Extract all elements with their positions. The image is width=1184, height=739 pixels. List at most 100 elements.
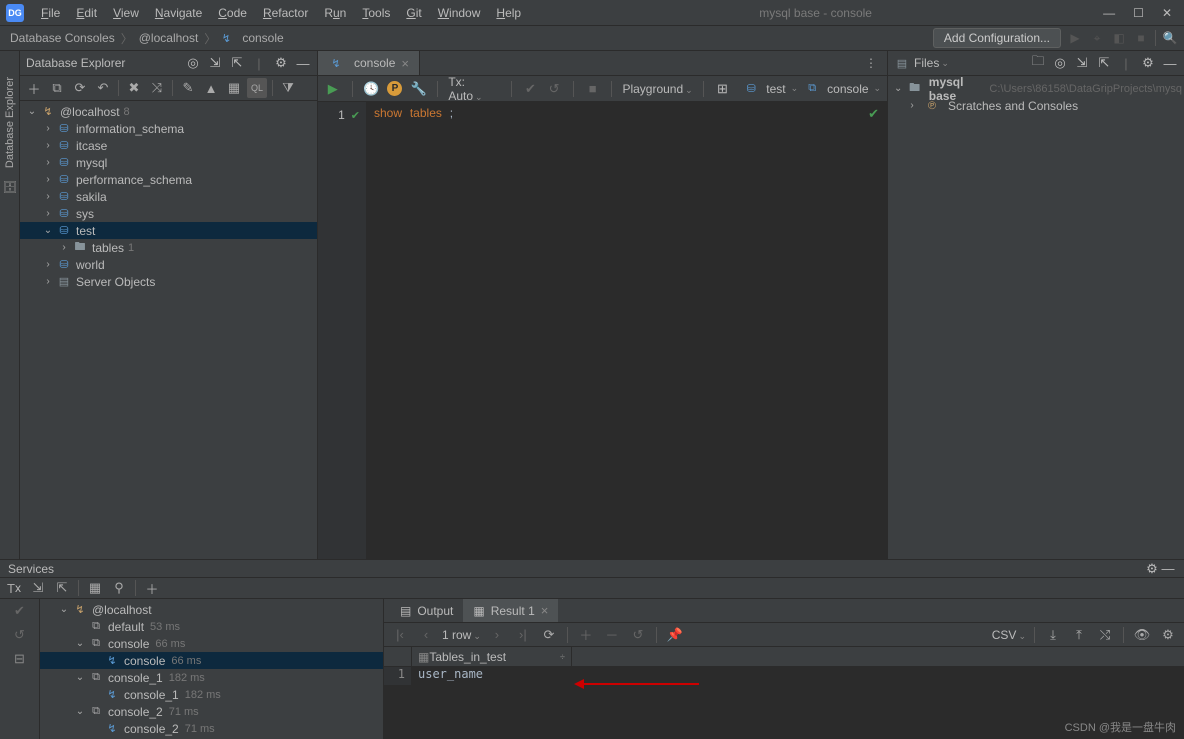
gear-icon[interactable]: ⚙ bbox=[1140, 55, 1156, 71]
first-row-icon[interactable]: |‹ bbox=[390, 625, 410, 645]
group-icon[interactable]: ▦ bbox=[85, 578, 105, 598]
svc-console1-leaf[interactable]: ····↯console_1182 ms bbox=[40, 686, 383, 703]
history-icon[interactable]: 🕓 bbox=[363, 80, 381, 98]
stop-icon[interactable]: ■ bbox=[584, 80, 602, 98]
revert-icon[interactable]: ↶ bbox=[93, 78, 113, 98]
reload-icon[interactable]: ⟳ bbox=[539, 625, 559, 645]
tree-schema-test[interactable]: ·⌄⛁test bbox=[20, 222, 317, 239]
coverage-icon[interactable]: ◧ bbox=[1111, 30, 1127, 46]
menu-file[interactable]: File bbox=[34, 4, 67, 22]
run-line-icon[interactable]: ✔ bbox=[351, 109, 360, 122]
explain-icon[interactable]: P bbox=[386, 80, 404, 98]
tree-tables[interactable]: ··›🖿tables1 bbox=[20, 239, 317, 256]
project-node[interactable]: ⌄🖿 mysql base C:\Users\86158\DataGripPro… bbox=[890, 80, 1182, 97]
settings-icon[interactable]: ⚙ bbox=[1158, 625, 1178, 645]
minimize-icon[interactable]: — bbox=[1103, 6, 1115, 20]
aim-icon[interactable]: ◎ bbox=[1052, 55, 1068, 71]
view-icon[interactable]: 👁 bbox=[1132, 625, 1152, 645]
rollback-icon[interactable]: ↺ bbox=[545, 80, 563, 98]
tree-schema[interactable]: ·›⛁information_schema bbox=[20, 120, 317, 137]
menu-help[interactable]: Help bbox=[489, 4, 528, 22]
tree-schema[interactable]: ·›⛁sys bbox=[20, 205, 317, 222]
pin-icon[interactable]: ⚲ bbox=[109, 578, 129, 598]
run-icon[interactable]: ▶ bbox=[1067, 30, 1083, 46]
search-icon[interactable]: 🔍 bbox=[1162, 30, 1178, 46]
query-icon[interactable]: QL bbox=[247, 78, 267, 98]
menu-git[interactable]: Git bbox=[399, 4, 428, 22]
grid-icon[interactable]: ▦ bbox=[224, 78, 244, 98]
close-tab-icon[interactable]: × bbox=[541, 603, 549, 618]
prev-row-icon[interactable]: ‹ bbox=[416, 625, 436, 645]
editor-tab-console[interactable]: ↯ console × bbox=[318, 51, 420, 75]
tree-schema[interactable]: ·›⛁performance_schema bbox=[20, 171, 317, 188]
layout-icon[interactable]: ⊟ bbox=[12, 651, 28, 667]
upload-icon[interactable]: ▲ bbox=[201, 78, 221, 98]
crumb-databases[interactable]: Database Consoles bbox=[6, 31, 119, 45]
download-icon[interactable]: ⤓ bbox=[1043, 625, 1063, 645]
menu-code[interactable]: Code bbox=[211, 4, 254, 22]
crumb-host[interactable]: @localhost bbox=[135, 31, 203, 45]
upload-icon[interactable]: ⤒ bbox=[1069, 625, 1089, 645]
duplicate-icon[interactable]: ⧉ bbox=[47, 78, 67, 98]
sidebar-toggle-label[interactable]: Database Explorer bbox=[4, 71, 16, 174]
table-row[interactable]: 1 user_name bbox=[384, 667, 1184, 685]
database-icon[interactable]: 🗄 bbox=[3, 180, 17, 194]
hide-icon[interactable]: — bbox=[295, 55, 311, 71]
sort-icon[interactable]: ÷ bbox=[560, 652, 565, 662]
gear-icon[interactable]: ⚙ bbox=[1144, 561, 1160, 577]
tree-schema[interactable]: ·›⛁itcase bbox=[20, 137, 317, 154]
row-count[interactable]: 1 row⌄ bbox=[442, 628, 481, 642]
add-row-icon[interactable]: ＋ bbox=[576, 625, 596, 645]
menu-view[interactable]: View bbox=[106, 4, 146, 22]
editor-body[interactable]: 1✔ show tables ; ✔ bbox=[318, 102, 887, 559]
menu-navigate[interactable]: Navigate bbox=[148, 4, 209, 22]
playground-toggle[interactable]: Playground⌄ bbox=[622, 82, 692, 96]
tab-menu-icon[interactable]: ⋮ bbox=[855, 51, 887, 75]
svc-root[interactable]: ·⌄↯@localhost bbox=[40, 601, 383, 618]
filter-icon[interactable]: ⧩ bbox=[278, 78, 298, 98]
tree-schema[interactable]: ·›⛁sakila bbox=[20, 188, 317, 205]
stop-icon[interactable]: ✖ bbox=[124, 78, 144, 98]
collapse-icon[interactable]: ⇱ bbox=[52, 578, 72, 598]
tree-schema[interactable]: ·›⛁world bbox=[20, 256, 317, 273]
tree-server-objects[interactable]: ·›▤Server Objects bbox=[20, 273, 317, 290]
code-area[interactable]: show tables ; bbox=[366, 102, 887, 559]
wrench-icon[interactable]: 🔧 bbox=[410, 80, 428, 98]
revert-icon[interactable]: ↺ bbox=[628, 625, 648, 645]
tx-icon[interactable]: Tx bbox=[4, 578, 24, 598]
close-tab-icon[interactable]: × bbox=[401, 56, 409, 71]
collapse-icon[interactable]: ⇱ bbox=[1096, 55, 1112, 71]
files-title[interactable]: Files bbox=[914, 56, 939, 70]
menu-edit[interactable]: Edit bbox=[69, 4, 104, 22]
hide-icon[interactable]: — bbox=[1162, 55, 1178, 71]
scratches-node[interactable]: ›℗ Scratches and Consoles bbox=[890, 97, 1182, 114]
session-db[interactable]: ⛁test⌄ bbox=[743, 82, 798, 96]
delete-row-icon[interactable]: － bbox=[602, 625, 622, 645]
debug-icon[interactable]: ⌖ bbox=[1089, 30, 1105, 46]
add-icon[interactable]: ＋ bbox=[142, 578, 162, 598]
crumb-console[interactable]: console bbox=[238, 31, 287, 45]
close-icon[interactable]: ✕ bbox=[1162, 6, 1172, 20]
column-header[interactable]: ▦ Tables_in_test÷ bbox=[412, 647, 572, 666]
svc-console2-leaf[interactable]: ····↯console_271 ms bbox=[40, 720, 383, 737]
new-icon[interactable]: ＋ bbox=[24, 78, 44, 98]
gear-icon[interactable]: ⚙ bbox=[273, 55, 289, 71]
svc-console[interactable]: ··⌄⧉console66 ms bbox=[40, 635, 383, 652]
edit-icon[interactable]: ✎ bbox=[178, 78, 198, 98]
run-icon[interactable]: ▶ bbox=[324, 80, 342, 98]
aim-icon[interactable]: ◎ bbox=[185, 55, 201, 71]
expand-icon[interactable]: ⇲ bbox=[28, 578, 48, 598]
maximize-icon[interactable]: ☐ bbox=[1133, 6, 1144, 20]
check-icon[interactable]: ✔ bbox=[12, 603, 28, 619]
tree-schema[interactable]: ·›⛁mysql bbox=[20, 154, 317, 171]
svc-default[interactable]: ···⧉default53 ms bbox=[40, 618, 383, 635]
csv-export[interactable]: CSV⌄ bbox=[992, 628, 1026, 642]
menu-run[interactable]: Run bbox=[317, 4, 353, 22]
stop-icon[interactable]: ■ bbox=[1133, 30, 1149, 46]
tx-mode[interactable]: Tx: Auto⌄ bbox=[448, 75, 500, 103]
svc-console-leaf[interactable]: ····↯console66 ms bbox=[40, 652, 383, 669]
result-tab[interactable]: ▦Result 1× bbox=[463, 599, 558, 622]
svc-console2[interactable]: ··⌄⧉console_271 ms bbox=[40, 703, 383, 720]
menu-refactor[interactable]: Refactor bbox=[256, 4, 315, 22]
expand-icon[interactable]: ⇲ bbox=[207, 55, 223, 71]
